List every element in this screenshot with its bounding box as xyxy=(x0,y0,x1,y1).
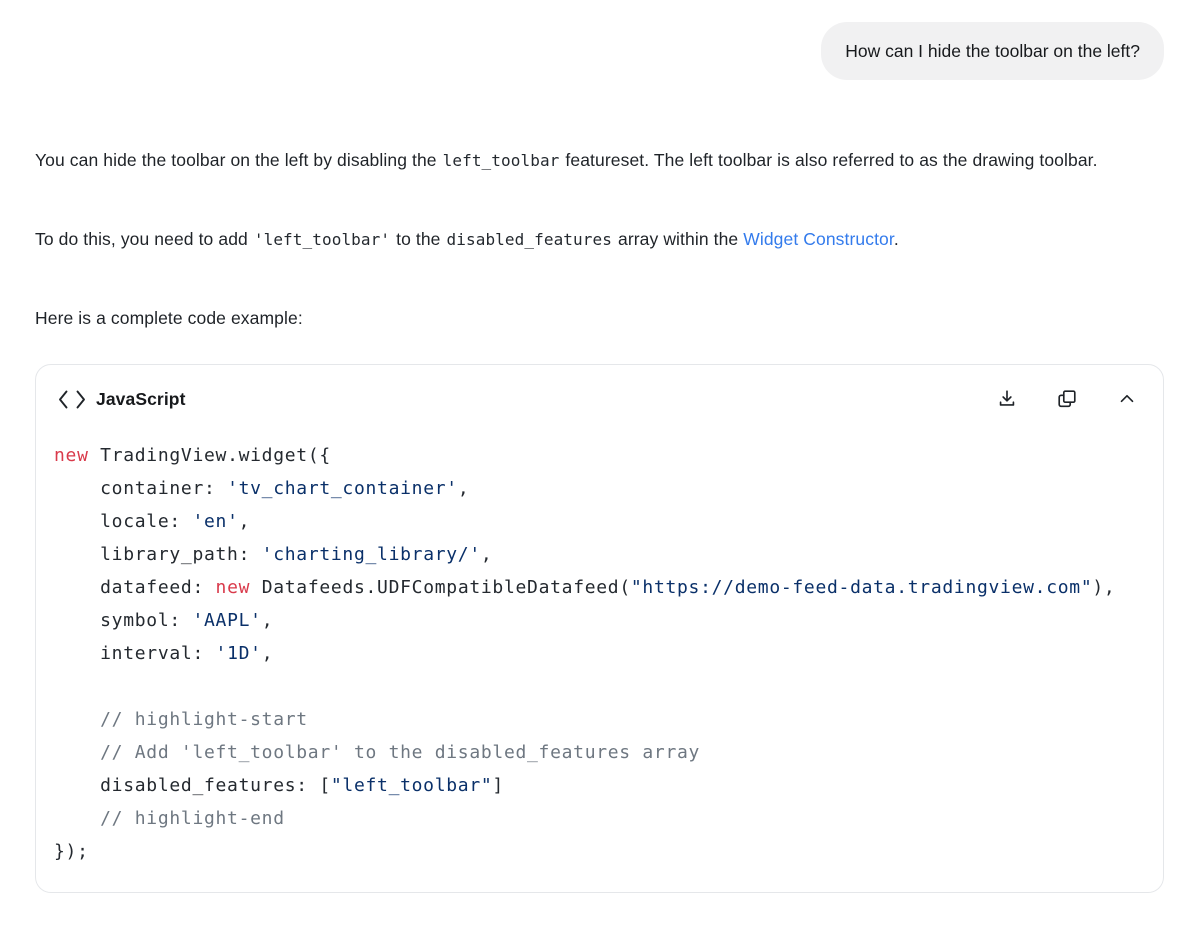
code-icon xyxy=(58,390,86,409)
chevron-up-icon xyxy=(1116,388,1138,410)
widget-constructor-link[interactable]: Widget Constructor xyxy=(743,229,894,249)
text-run: to the xyxy=(396,229,440,249)
code-line: container: 'tv_chart_container', xyxy=(54,472,1145,505)
copy-code-button[interactable] xyxy=(1055,387,1079,411)
copy-icon xyxy=(1056,388,1078,410)
download-code-button[interactable] xyxy=(995,387,1019,411)
text-run: array within the xyxy=(618,229,743,249)
code-line: new TradingView.widget({ xyxy=(54,439,1145,472)
assistant-paragraphs: You can hide the toolbar on the left by … xyxy=(35,144,1164,334)
download-icon xyxy=(996,388,1018,410)
collapse-code-button[interactable] xyxy=(1115,387,1139,411)
text-run: featureset. The left toolbar is also ref… xyxy=(565,150,1097,170)
user-message-bubble: How can I hide the toolbar on the left? xyxy=(821,22,1164,80)
chat-page: How can I hide the toolbar on the left? … xyxy=(0,0,1192,893)
code-content: new TradingView.widget({ container: 'tv_… xyxy=(36,413,1163,892)
paragraph: You can hide the toolbar on the left by … xyxy=(35,144,1164,177)
inline-code: disabled_features xyxy=(441,230,618,249)
code-line: // Add 'left_toolbar' to the disabled_fe… xyxy=(54,736,1145,769)
code-line: disabled_features: ["left_toolbar"] xyxy=(54,769,1145,802)
code-line: locale: 'en', xyxy=(54,505,1145,538)
code-line: library_path: 'charting_library/', xyxy=(54,538,1145,571)
code-block-header: JavaScript xyxy=(36,365,1163,413)
code-language-label: JavaScript xyxy=(96,389,186,410)
inline-code: 'left_toolbar' xyxy=(248,230,396,249)
code-line: // highlight-start xyxy=(54,703,1145,736)
code-block: JavaScript xyxy=(35,364,1164,893)
paragraph: To do this, you need to add'left_toolbar… xyxy=(35,223,1164,256)
code-line: interval: '1D', xyxy=(54,637,1145,670)
code-line xyxy=(54,670,1145,703)
assistant-message: You can hide the toolbar on the left by … xyxy=(35,144,1164,893)
text-run: You can hide the toolbar on the left by … xyxy=(35,150,437,170)
user-message-row: How can I hide the toolbar on the left? xyxy=(35,22,1164,80)
text-run: To do this, you need to add xyxy=(35,229,248,249)
code-line: // highlight-end xyxy=(54,802,1145,835)
text-run: Here is a complete code example: xyxy=(35,308,303,328)
inline-code: left_toolbar xyxy=(437,151,566,170)
code-line: datafeed: new Datafeeds.UDFCompatibleDat… xyxy=(54,571,1145,604)
code-line: symbol: 'AAPL', xyxy=(54,604,1145,637)
text-run: . xyxy=(894,229,899,249)
code-line: }); xyxy=(54,835,1145,868)
paragraph: Here is a complete code example: xyxy=(35,302,1164,334)
